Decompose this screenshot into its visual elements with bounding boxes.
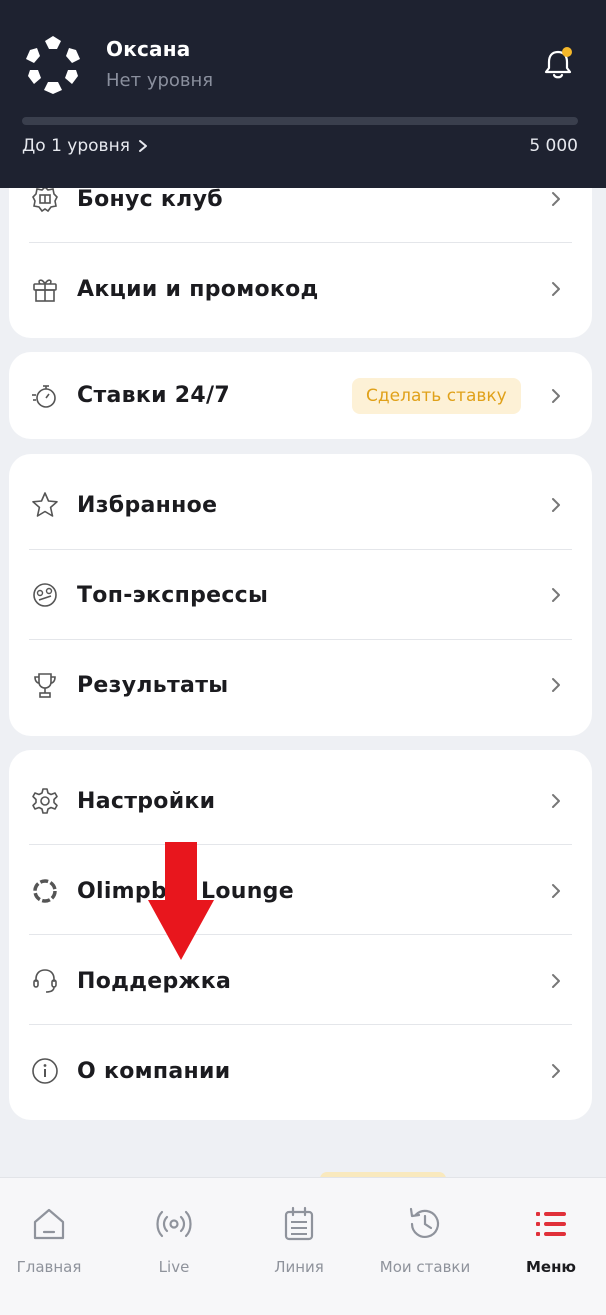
olimpbet-ring-icon — [29, 875, 61, 907]
tab-label: Линия — [274, 1258, 324, 1276]
gift-icon — [29, 273, 61, 305]
menu-item-label: Акции и промокод — [77, 276, 319, 302]
tab-label: Меню — [525, 1258, 577, 1276]
chevron-right-icon — [552, 1064, 560, 1078]
chevron-right-icon — [552, 678, 560, 692]
gear-icon — [29, 785, 61, 817]
live-broadcast-icon — [156, 1210, 192, 1238]
chevron-right-icon — [138, 140, 147, 152]
chevron-right-icon — [552, 794, 560, 808]
star-icon — [29, 489, 61, 521]
stopwatch-icon — [29, 380, 61, 412]
chevron-right-icon — [552, 588, 560, 602]
menu-item-promotions[interactable]: Акции и промокод — [9, 244, 592, 334]
chevron-right-icon — [552, 498, 560, 512]
menu-item-bets-247[interactable]: Ставки 24/7 Сделать ставку — [9, 352, 592, 439]
menu-item-label: Поддержка — [77, 968, 232, 994]
tab-live[interactable]: Live — [119, 1204, 229, 1304]
red-arrow-annotation — [148, 842, 214, 960]
menu-item-label: Топ-экспрессы — [77, 582, 269, 608]
sports-card: Избранное Топ-экспрессы Результаты — [9, 454, 592, 736]
divider — [29, 934, 572, 935]
menu-item-about[interactable]: О компании — [9, 1026, 592, 1116]
level-link[interactable]: До 1 уровня — [22, 136, 148, 156]
menu-item-label: Ставки 24/7 — [77, 383, 230, 408]
express-icon — [29, 579, 61, 611]
tab-line[interactable]: Линия — [244, 1204, 354, 1304]
user-level: Нет уровня — [106, 70, 214, 91]
info-card: Настройки Olimpbet Lounge Поддержка О ко… — [9, 750, 592, 1120]
trophy-icon — [29, 669, 61, 701]
menu-item-settings[interactable]: Настройки — [9, 756, 592, 846]
level-points: 5 000 — [529, 136, 578, 156]
tab-menu[interactable]: Меню — [496, 1204, 606, 1304]
divider — [29, 242, 572, 243]
menu-item-lounge[interactable]: Olimpbet Lounge — [9, 846, 592, 936]
tab-my-bets[interactable]: Мои ставки — [370, 1204, 480, 1304]
menu-item-top-express[interactable]: Топ-экспрессы — [9, 550, 592, 640]
level-progress-bar — [22, 117, 578, 125]
tab-label: Мои ставки — [379, 1258, 471, 1276]
chevron-right-icon — [552, 884, 560, 898]
tab-label: Live — [158, 1258, 190, 1276]
olimpbet-logo-icon — [26, 36, 80, 94]
chevron-right-icon — [552, 282, 560, 296]
menu-item-label: Избранное — [77, 492, 218, 518]
chevron-right-icon — [552, 192, 560, 206]
menu-item-support[interactable]: Поддержка — [9, 936, 592, 1026]
history-icon — [409, 1207, 440, 1238]
bets-247-card: Ставки 24/7 Сделать ставку — [9, 352, 592, 439]
tab-home[interactable]: Главная — [0, 1204, 104, 1304]
menu-item-label: Бонус клуб — [77, 186, 223, 212]
menu-item-results[interactable]: Результаты — [9, 640, 592, 730]
menu-icon — [536, 1212, 566, 1236]
menu-item-label: О компании — [77, 1058, 231, 1084]
calendar-list-icon — [284, 1206, 314, 1241]
info-icon — [29, 1055, 61, 1087]
make-bet-badge[interactable]: Сделать ставку — [352, 378, 521, 414]
menu-item-label: Настройки — [77, 788, 216, 814]
profile-header: Оксана Нет уровня До 1 уровня 5 000 — [0, 0, 606, 188]
home-icon — [33, 1208, 65, 1240]
chevron-right-icon — [552, 974, 560, 988]
headset-icon — [29, 965, 61, 997]
divider — [29, 844, 572, 845]
user-name: Оксана — [106, 37, 191, 61]
menu-item-favorites[interactable]: Избранное — [9, 460, 592, 550]
menu-item-label: Результаты — [77, 672, 229, 698]
notification-dot — [562, 47, 572, 57]
level-link-label: До 1 уровня — [22, 136, 130, 156]
divider — [29, 1024, 572, 1025]
chevron-right-icon — [552, 388, 560, 403]
tab-label: Главная — [16, 1258, 82, 1276]
bottom-tab-bar: Главная Live Линия Мои ставки Меню — [0, 1177, 606, 1315]
